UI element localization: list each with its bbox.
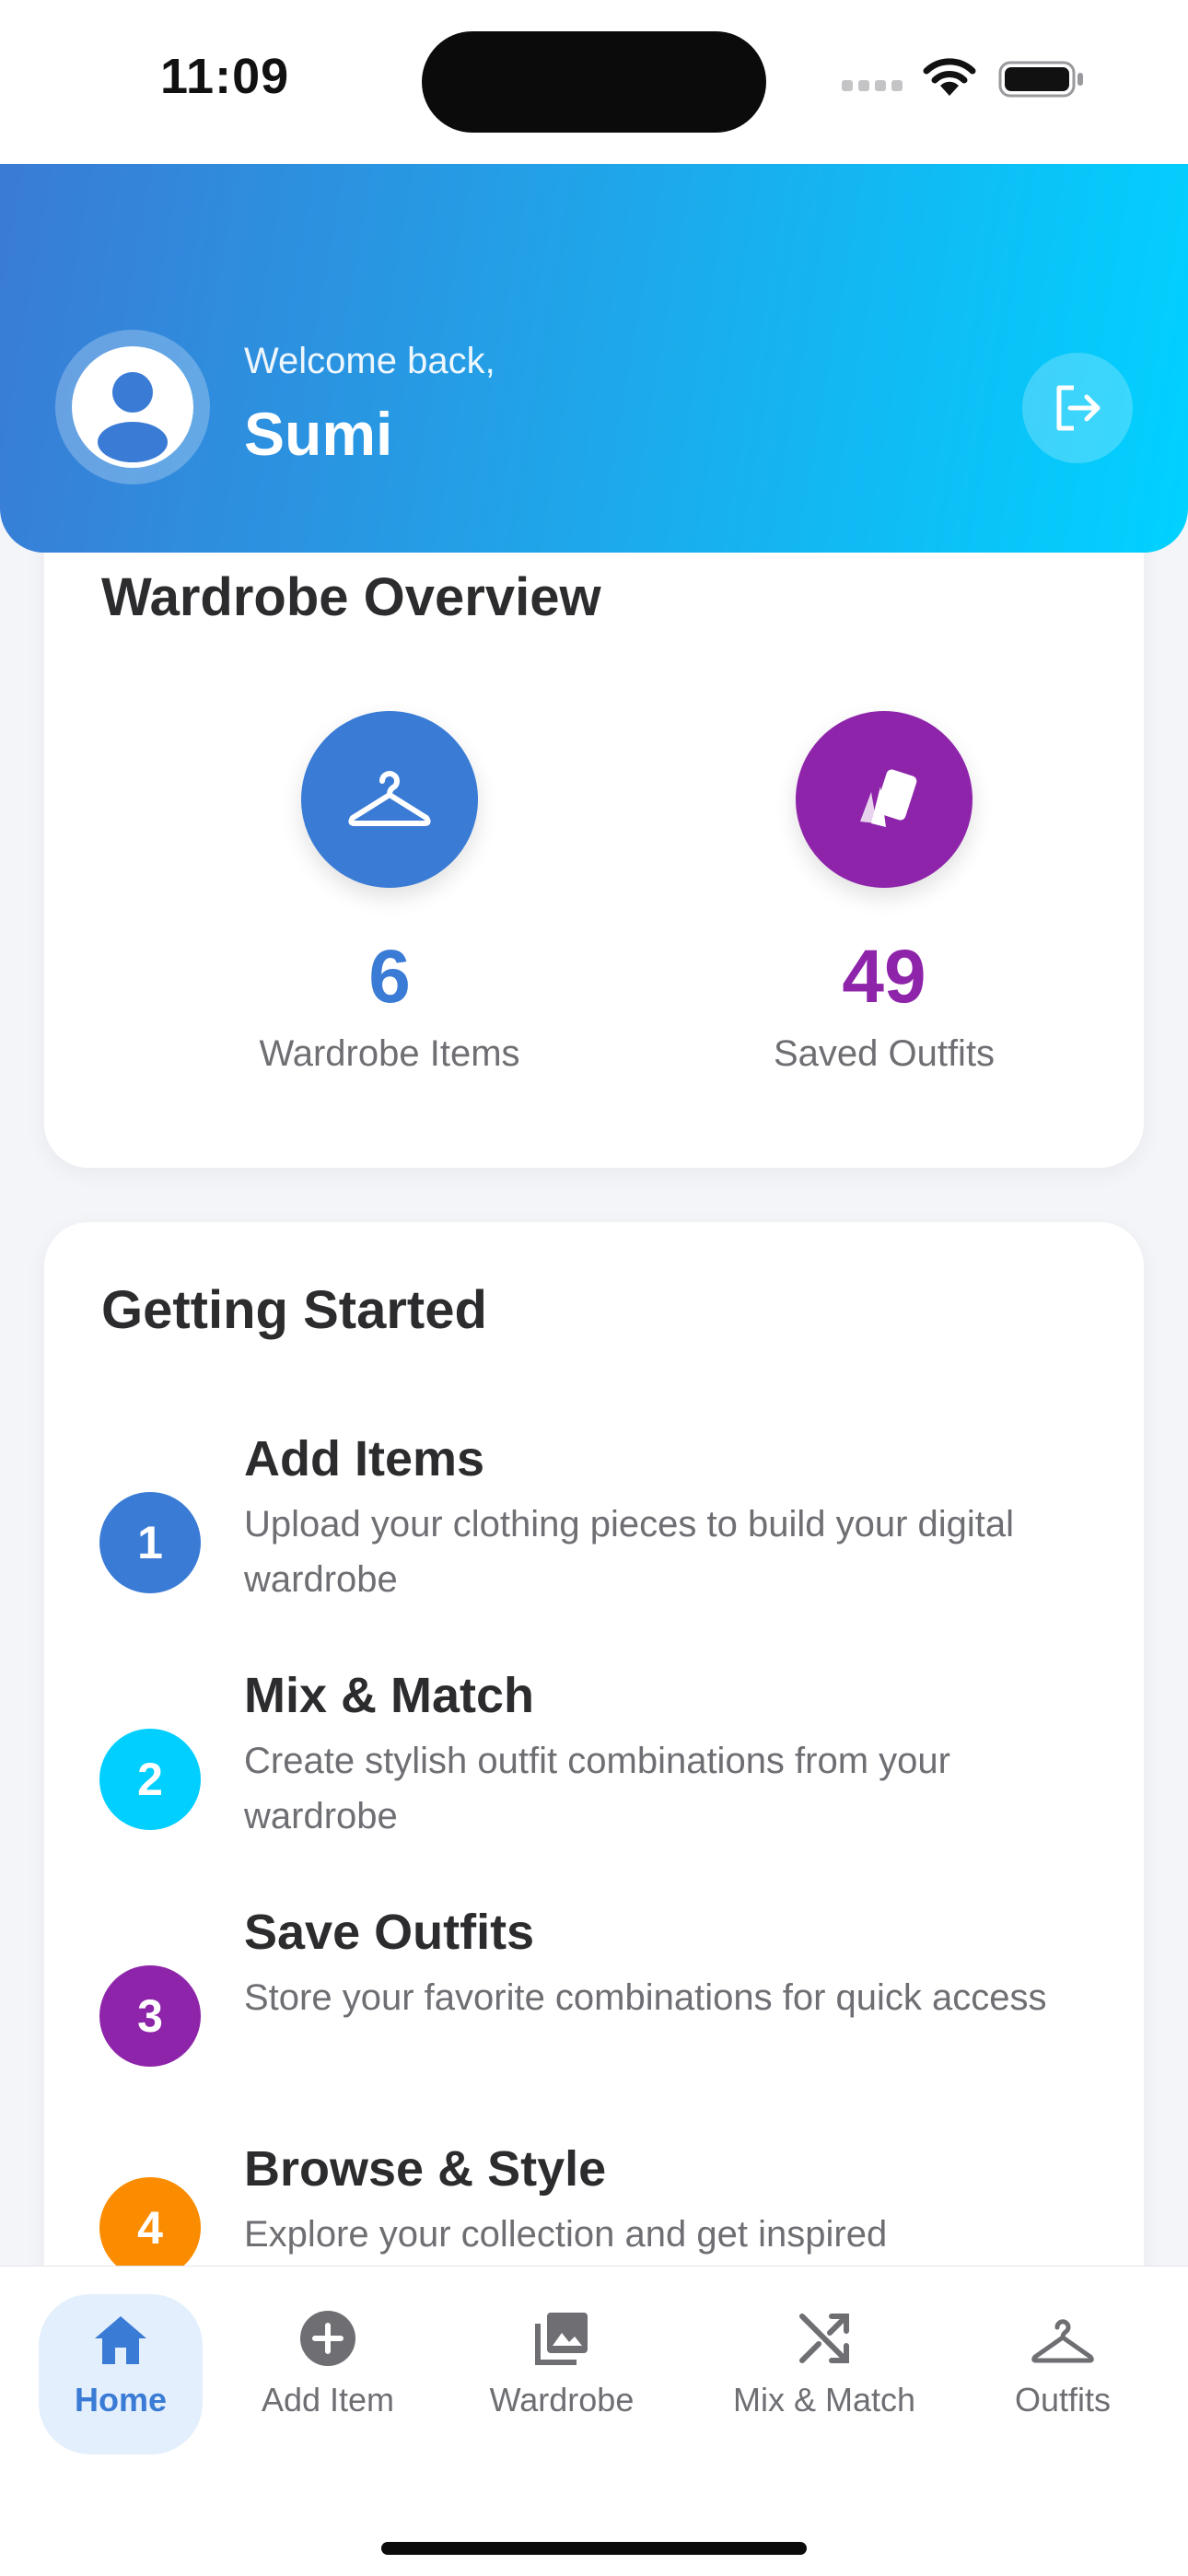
welcome-header: Welcome back, Sumi (0, 164, 1188, 553)
step-description: Store your favorite combinations for qui… (244, 1977, 1047, 2018)
battery-icon (998, 61, 1085, 102)
saved-outfits-stat[interactable]: 49 Saved Outfits (691, 711, 1077, 1075)
step-title: Browse & Style (244, 2141, 607, 2197)
add-circle-icon (241, 2294, 414, 2368)
step-number: 3 (99, 1965, 201, 2067)
tab-label: Outfits (1014, 2381, 1112, 2419)
saved-outfits-count: 49 (842, 935, 926, 1019)
step-number: 1 (99, 1492, 201, 1593)
photo-library-icon (470, 2294, 654, 2368)
wardrobe-items-label: Wardrobe Items (259, 1033, 520, 1074)
hanger-icon (995, 2294, 1131, 2368)
wardrobe-items-count: 6 (368, 935, 411, 1019)
saved-outfits-label: Saved Outfits (773, 1033, 996, 1074)
step-title: Mix & Match (244, 1668, 535, 1723)
step-description: Upload your clothing pieces to build you… (244, 1504, 1015, 1600)
wifi-icon (921, 55, 978, 102)
getting-started-title: Getting Started (101, 1280, 487, 1340)
tab-home[interactable]: Home (39, 2294, 203, 2454)
tab-label: Add Item (261, 2381, 395, 2419)
dynamic-island (422, 31, 766, 133)
logout-icon (1056, 385, 1101, 431)
user-name: Sumi (244, 400, 393, 468)
step-description: Create stylish outfit combinations from … (244, 1741, 950, 1836)
step-title: Save Outfits (244, 1905, 535, 1960)
tab-label: Wardrobe (489, 2381, 635, 2419)
step-number: 2 (99, 1729, 201, 1830)
tab-mix-match[interactable]: Mix & Match (718, 2294, 930, 2454)
tab-label: Home (74, 2381, 168, 2419)
bottom-tab-bar: Home Add Item Wardrobe Mix & Match Outfi… (0, 2266, 1188, 2576)
tab-wardrobe[interactable]: Wardrobe (470, 2294, 654, 2454)
shuffle-icon (718, 2294, 930, 2368)
step-title: Add Items (244, 1431, 485, 1486)
overview-title: Wardrobe Overview (101, 567, 601, 627)
outfit-cards-icon (796, 711, 973, 888)
tab-add-item[interactable]: Add Item (241, 2294, 414, 2454)
status-bar: 11:09 (0, 0, 1188, 164)
getting-started-card: Getting Started 1 Add Items Upload your … (44, 1222, 1144, 2419)
wardrobe-items-stat[interactable]: 6 Wardrobe Items (196, 711, 583, 1075)
welcome-text: Welcome back, (244, 341, 495, 381)
user-avatar-icon (72, 346, 193, 468)
home-indicator[interactable] (381, 2542, 807, 2555)
home-icon (39, 2294, 203, 2368)
wardrobe-overview-card: Wardrobe Overview 6 Wardrobe Items 49 Sa… (44, 479, 1144, 1168)
tab-outfits[interactable]: Outfits (995, 2294, 1131, 2454)
status-time: 11:09 (160, 49, 290, 104)
tab-label: Mix & Match (732, 2381, 916, 2419)
hanger-icon (301, 711, 478, 888)
step-number: 4 (99, 2177, 201, 2279)
logout-button[interactable] (1022, 353, 1133, 463)
avatar[interactable] (55, 330, 210, 484)
cellular-signal-icon (842, 79, 908, 96)
step-description: Explore your collection and get inspired (244, 2214, 888, 2255)
